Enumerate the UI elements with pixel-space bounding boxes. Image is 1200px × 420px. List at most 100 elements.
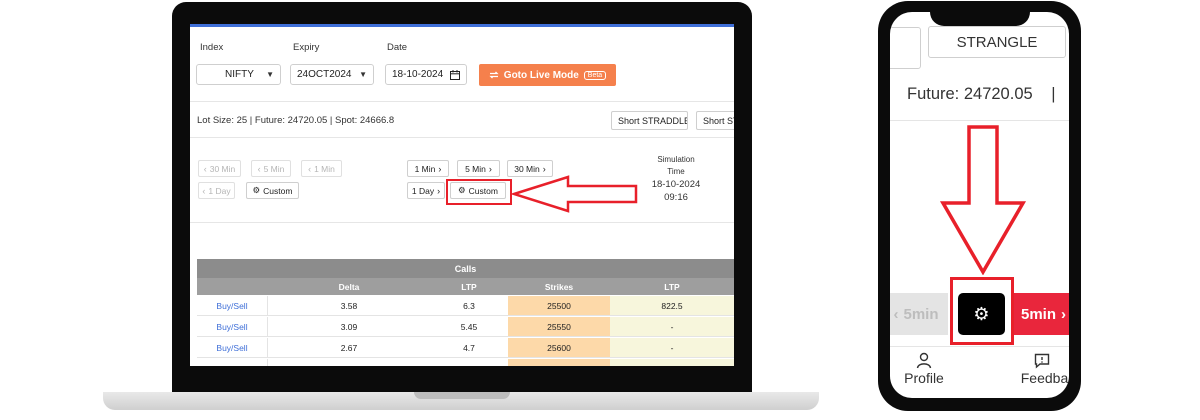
chevron-right-icon: › xyxy=(437,185,441,196)
caret-down-icon: ▼ xyxy=(266,70,274,79)
chevron-left-icon: ‹ xyxy=(893,305,899,323)
forward-1min-button[interactable]: 1 Min › xyxy=(407,160,449,177)
date-label: Date xyxy=(387,42,408,53)
divider xyxy=(890,120,1069,121)
forward-5min-label: 5 Min xyxy=(465,163,486,174)
chevron-left-icon: ‹ xyxy=(308,163,312,174)
back-5min-button[interactable]: ‹ 5 Min xyxy=(251,160,291,177)
lot-future-spot-info: Lot Size: 25 | Future: 24720.05 | Spot: … xyxy=(197,115,395,126)
strike-cell-partial xyxy=(508,359,610,366)
column-header-delta: Delta xyxy=(268,278,430,295)
chevron-right-icon: › xyxy=(438,163,442,174)
forward-5min-button[interactable]: 5 Min › xyxy=(457,160,500,177)
simulation-date: 18-10-2024 xyxy=(651,179,701,190)
arrow-left-annotation xyxy=(512,175,638,213)
back-5min-label: 5 Min xyxy=(263,163,285,174)
goto-live-mode-label: Goto Live Mode xyxy=(503,69,579,81)
strangle-button[interactable]: STRANGLE xyxy=(928,26,1066,58)
back-1day-button[interactable]: ‹ 1 Day xyxy=(198,182,235,199)
divider xyxy=(190,101,734,102)
ltp-cell: - xyxy=(610,338,734,358)
back-1min-label: 1 Min xyxy=(314,163,335,174)
date-input[interactable]: 18-10-2024 xyxy=(385,64,467,85)
buy-sell-link[interactable]: Buy/Sell xyxy=(197,296,268,316)
future-price-text: Future: 24720.05 xyxy=(907,85,1033,103)
back-custom-button[interactable]: ⚙ Custom xyxy=(246,182,299,199)
simulation-label-1: Simulation xyxy=(657,155,695,164)
caret-down-icon: ▼ xyxy=(359,70,367,79)
ltp-cell: 6.3 xyxy=(430,296,508,316)
simulation-clock: 09:16 xyxy=(664,192,688,203)
arrow-down-annotation xyxy=(939,125,1027,275)
gear-icon: ⚙ xyxy=(252,185,261,195)
simulation-time: Simulation Time 18-10-2024 09:16 xyxy=(636,154,716,204)
delta-cell: 3.09 xyxy=(268,317,430,337)
custom-highlight-box xyxy=(446,179,512,205)
index-value: NIFTY xyxy=(225,69,254,80)
ltp-cell: 822.5 xyxy=(610,296,734,316)
forward-5min-label: 5min xyxy=(1021,305,1057,323)
forward-1day-button[interactable]: 1 Day › xyxy=(407,182,445,199)
column-header-action xyxy=(197,278,268,295)
ltp-cell-partial xyxy=(610,359,734,366)
expiry-label: Expiry xyxy=(293,42,320,53)
table-row-partial xyxy=(197,359,268,366)
back-5min-label: 5min xyxy=(903,305,939,323)
divider xyxy=(190,137,734,138)
ltp-cell: - xyxy=(610,317,734,337)
chevron-left-icon: ‹ xyxy=(203,163,207,174)
index-select[interactable]: NIFTY ▼ xyxy=(196,64,281,85)
column-header-ltp: LTP xyxy=(430,278,508,295)
calendar-icon xyxy=(450,69,460,80)
chevron-left-icon: ‹ xyxy=(202,185,206,196)
chevron-right-icon: › xyxy=(542,163,546,174)
divider xyxy=(190,222,734,223)
goto-live-mode-button[interactable]: Goto Live Mode Beta xyxy=(479,64,616,86)
date-value: 18-10-2024 xyxy=(392,69,444,80)
laptop-notch xyxy=(414,392,510,399)
nav-profile[interactable]: Profile xyxy=(890,352,964,386)
back-30min-label: 30 Min xyxy=(209,163,236,174)
short-straddle-button[interactable]: Short STRADDLE xyxy=(611,111,688,130)
expiry-value: 24OCT2024 xyxy=(297,69,352,80)
back-5min-button[interactable]: ‹ 5min xyxy=(890,293,948,335)
divider xyxy=(890,346,1069,347)
divider-bar: | xyxy=(1051,85,1056,103)
custom-highlight-box xyxy=(950,277,1014,345)
nav-profile-label: Profile xyxy=(904,370,944,386)
strike-cell: 25600 xyxy=(508,338,610,358)
future-price: Future: 24720.05 | xyxy=(907,85,1056,104)
phone-screen: STRANGLE Future: 24720.05 | ‹ 5min ⚙ 5min… xyxy=(890,12,1069,398)
swap-icon xyxy=(489,71,499,79)
back-30min-button[interactable]: ‹ 30 Min xyxy=(198,160,241,177)
nav-feedback-label: Feedbac xyxy=(1020,370,1069,386)
forward-1min-label: 1 Min xyxy=(414,163,436,174)
back-custom-label: Custom xyxy=(263,185,293,196)
stage: Index Expiry Date NIFTY ▼ 24OCT2024 ▼ 18… xyxy=(0,0,1200,420)
forward-1day-label: 1 Day xyxy=(411,185,435,196)
column-header-ltp-2: LTP xyxy=(610,278,734,295)
delta-cell: 2.67 xyxy=(268,338,430,358)
short-strangle-button[interactable]: Short ST xyxy=(696,111,734,130)
feedback-icon xyxy=(1034,353,1050,369)
buy-sell-link[interactable]: Buy/Sell xyxy=(197,317,268,337)
buy-sell-link[interactable]: Buy/Sell xyxy=(197,338,268,358)
chevron-right-icon: › xyxy=(1061,305,1067,323)
expiry-select[interactable]: 24OCT2024 ▼ xyxy=(290,64,374,85)
back-1min-button[interactable]: ‹ 1 Min xyxy=(301,160,342,177)
column-header-strikes: Strikes xyxy=(508,278,610,295)
index-label: Index xyxy=(200,42,224,53)
nav-feedback[interactable]: Feedbac xyxy=(1008,352,1069,386)
prev-strategy-button[interactable] xyxy=(890,27,921,69)
forward-30min-label: 30 Min xyxy=(514,163,540,174)
chevron-left-icon: ‹ xyxy=(257,163,261,174)
delta-cell: 3.58 xyxy=(268,296,430,316)
forward-5min-button[interactable]: 5min › xyxy=(1014,293,1069,335)
calls-header: Calls xyxy=(197,259,734,278)
back-1day-label: 1 Day xyxy=(208,185,231,196)
phone-notch xyxy=(930,1,1030,26)
strike-cell: 25550 xyxy=(508,317,610,337)
laptop-screen: Index Expiry Date NIFTY ▼ 24OCT2024 ▼ 18… xyxy=(190,24,734,366)
strike-cell: 25500 xyxy=(508,296,610,316)
top-accent-bar xyxy=(190,24,734,27)
